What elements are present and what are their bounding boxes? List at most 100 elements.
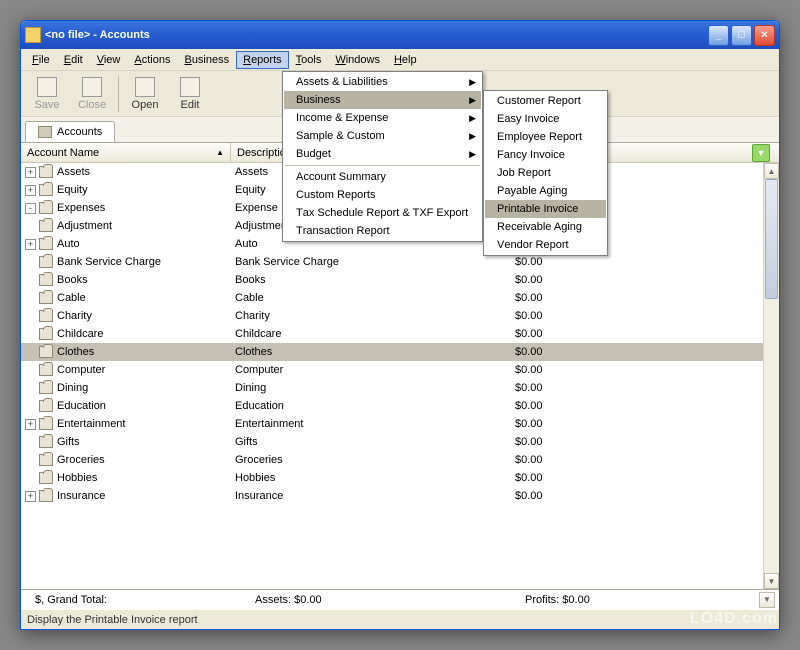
account-icon bbox=[39, 346, 53, 358]
menu-item-assets-liabilities[interactable]: Assets & Liabilities▶ bbox=[284, 73, 481, 91]
open-button[interactable]: Open bbox=[123, 73, 167, 115]
expander-placeholder bbox=[25, 365, 36, 376]
account-desc: Entertainment bbox=[231, 418, 511, 430]
expand-icon[interactable]: + bbox=[25, 491, 36, 502]
expander-placeholder bbox=[25, 455, 36, 466]
menu-item-receivable-aging[interactable]: Receivable Aging bbox=[485, 218, 606, 236]
submenu-arrow-icon: ▶ bbox=[469, 131, 476, 142]
close-button[interactable]: × bbox=[754, 25, 775, 46]
table-row[interactable]: HobbiesHobbies$0.00 bbox=[21, 469, 763, 487]
menu-business[interactable]: Business bbox=[177, 51, 236, 69]
submenu-arrow-icon: ▶ bbox=[469, 77, 476, 88]
edit-icon bbox=[180, 77, 200, 97]
menu-file[interactable]: File bbox=[25, 51, 57, 69]
menu-windows[interactable]: Windows bbox=[328, 51, 387, 69]
edit-button[interactable]: Edit bbox=[168, 73, 212, 115]
table-row[interactable]: ChildcareChildcare$0.00 bbox=[21, 325, 763, 343]
scroll-down-button[interactable]: ▼ bbox=[764, 573, 779, 589]
menu-separator bbox=[285, 165, 480, 166]
account-name: Entertainment bbox=[57, 418, 125, 430]
menu-item-customer-report[interactable]: Customer Report bbox=[485, 92, 606, 110]
account-total: $0.00 bbox=[511, 310, 691, 322]
menu-edit[interactable]: Edit bbox=[57, 51, 90, 69]
menu-item-job-report[interactable]: Job Report bbox=[485, 164, 606, 182]
menu-item-custom-reports[interactable]: Custom Reports bbox=[284, 186, 481, 204]
table-row[interactable]: GiftsGifts$0.00 bbox=[21, 433, 763, 451]
menu-item-income-expense[interactable]: Income & Expense▶ bbox=[284, 109, 481, 127]
table-row[interactable]: +EntertainmentEntertainment$0.00 bbox=[21, 415, 763, 433]
expand-icon[interactable]: + bbox=[25, 185, 36, 196]
menu-item-account-summary[interactable]: Account Summary bbox=[284, 168, 481, 186]
col-name[interactable]: Account Name▲ bbox=[21, 143, 231, 162]
expander-placeholder bbox=[25, 293, 36, 304]
table-row[interactable]: EducationEducation$0.00 bbox=[21, 397, 763, 415]
account-desc: Hobbies bbox=[231, 472, 511, 484]
menu-tools[interactable]: Tools bbox=[289, 51, 329, 69]
save-button[interactable]: Save bbox=[25, 73, 69, 115]
account-desc: Computer bbox=[231, 364, 511, 376]
table-row[interactable]: DiningDining$0.00 bbox=[21, 379, 763, 397]
menu-item-fancy-invoice[interactable]: Fancy Invoice bbox=[485, 146, 606, 164]
scroll-up-button[interactable]: ▲ bbox=[764, 163, 779, 179]
account-icon bbox=[39, 436, 53, 448]
table-row[interactable]: ComputerComputer$0.00 bbox=[21, 361, 763, 379]
menu-item-budget[interactable]: Budget▶ bbox=[284, 145, 481, 163]
menu-item-transaction-report[interactable]: Transaction Report bbox=[284, 222, 481, 240]
menu-item-easy-invoice[interactable]: Easy Invoice bbox=[485, 110, 606, 128]
expand-icon[interactable]: + bbox=[25, 167, 36, 178]
menu-item-tax-schedule-report-txf-export[interactable]: Tax Schedule Report & TXF Export bbox=[284, 204, 481, 222]
toolbar-separator bbox=[118, 76, 119, 112]
menu-item-employee-report[interactable]: Employee Report bbox=[485, 128, 606, 146]
menu-item-printable-invoice[interactable]: Printable Invoice bbox=[485, 200, 606, 218]
menu-view[interactable]: View bbox=[90, 51, 128, 69]
menu-reports[interactable]: Reports bbox=[236, 51, 289, 69]
menu-actions[interactable]: Actions bbox=[127, 51, 177, 69]
window-title: <no file> - Accounts bbox=[45, 29, 708, 41]
table-row[interactable]: BooksBooks$0.00 bbox=[21, 271, 763, 289]
menu-help[interactable]: Help bbox=[387, 51, 424, 69]
expander-placeholder bbox=[25, 437, 36, 448]
table-row[interactable]: GroceriesGroceries$0.00 bbox=[21, 451, 763, 469]
table-row[interactable]: CharityCharity$0.00 bbox=[21, 307, 763, 325]
reports-menu: Assets & Liabilities▶Business▶Income & E… bbox=[282, 71, 483, 242]
account-name: Computer bbox=[57, 364, 105, 376]
close-account-button[interactable]: Close bbox=[70, 73, 114, 115]
scroll-thumb[interactable] bbox=[765, 179, 778, 299]
account-total: $0.00 bbox=[511, 400, 691, 412]
summary-dropdown-button[interactable]: ▼ bbox=[759, 592, 775, 608]
tab-accounts[interactable]: Accounts bbox=[25, 121, 115, 142]
account-desc: Groceries bbox=[231, 454, 511, 466]
account-icon bbox=[39, 292, 53, 304]
maximize-button[interactable]: □ bbox=[731, 25, 752, 46]
expander-placeholder bbox=[25, 329, 36, 340]
expander-placeholder bbox=[25, 401, 36, 412]
titlebar[interactable]: <no file> - Accounts _ □ × bbox=[21, 21, 779, 49]
table-row[interactable]: Bank Service ChargeBank Service Charge$0… bbox=[21, 253, 763, 271]
account-total: $0.00 bbox=[511, 454, 691, 466]
app-icon bbox=[25, 27, 41, 43]
account-icon bbox=[39, 418, 53, 430]
account-name: Expenses bbox=[57, 202, 105, 214]
menubar: FileEditViewActionsBusinessReportsToolsW… bbox=[21, 49, 779, 71]
collapse-icon[interactable]: - bbox=[25, 203, 36, 214]
vertical-scrollbar[interactable]: ▲ ▼ bbox=[763, 163, 779, 589]
minimize-button[interactable]: _ bbox=[708, 25, 729, 46]
account-name: Childcare bbox=[57, 328, 103, 340]
table-row[interactable]: CableCable$0.00 bbox=[21, 289, 763, 307]
account-desc: Cable bbox=[231, 292, 511, 304]
arrow-down-icon[interactable]: ▼ bbox=[752, 144, 770, 162]
account-icon bbox=[39, 220, 53, 232]
table-row[interactable]: ClothesClothes$0.00 bbox=[21, 343, 763, 361]
menu-item-business[interactable]: Business▶ bbox=[284, 91, 481, 109]
account-icon bbox=[39, 490, 53, 502]
menu-item-sample-custom[interactable]: Sample & Custom▶ bbox=[284, 127, 481, 145]
account-name: Clothes bbox=[57, 346, 94, 358]
table-row[interactable]: +InsuranceInsurance$0.00 bbox=[21, 487, 763, 505]
expand-icon[interactable]: + bbox=[25, 239, 36, 250]
account-name: Cable bbox=[57, 292, 86, 304]
menu-item-payable-aging[interactable]: Payable Aging bbox=[485, 182, 606, 200]
menu-item-vendor-report[interactable]: Vendor Report bbox=[485, 236, 606, 254]
expand-icon[interactable]: + bbox=[25, 419, 36, 430]
account-total: $0.00 bbox=[511, 256, 691, 268]
account-icon bbox=[39, 472, 53, 484]
